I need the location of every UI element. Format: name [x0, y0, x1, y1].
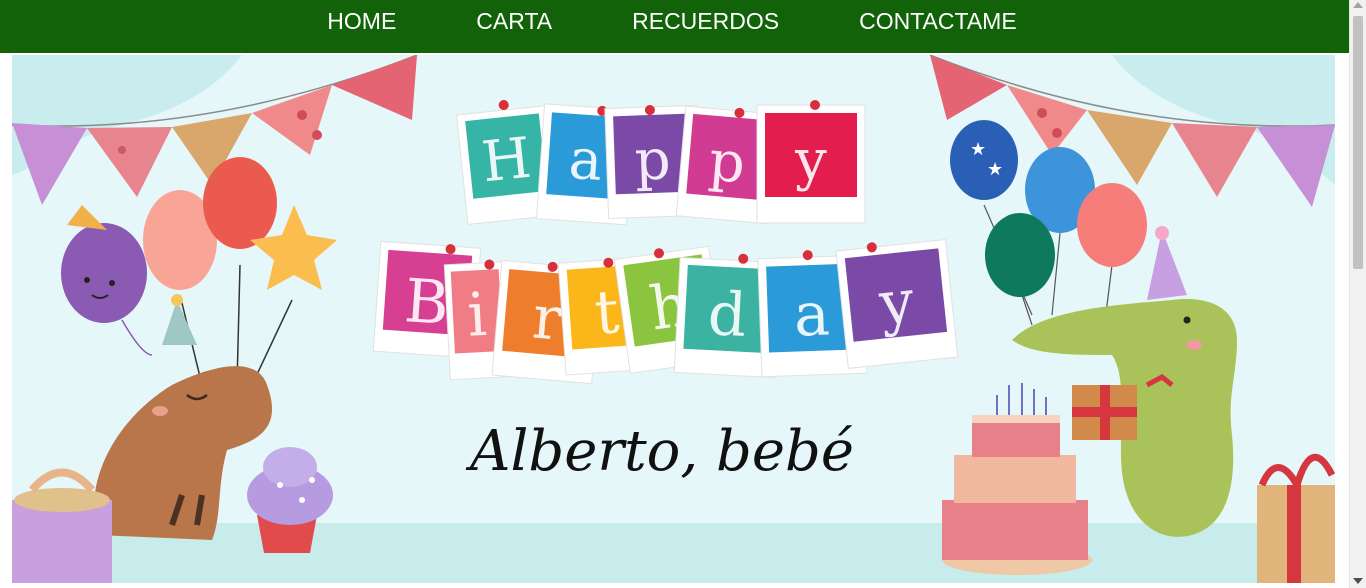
scrollbar-thumb[interactable]: [1353, 16, 1363, 269]
happy-letter: a: [567, 127, 605, 194]
birthday-letter: B: [402, 266, 451, 339]
top-navbar: HOME CARTA RECUERDOS CONTACTAME: [0, 0, 1366, 53]
happy-letter: y: [794, 128, 827, 193]
page-scrollbar[interactable]: [1349, 0, 1366, 588]
balloon-purple-face: [61, 223, 147, 323]
birthday-letter: y: [875, 266, 917, 339]
balloon-red: [203, 157, 277, 249]
birthday-letter: t: [592, 277, 621, 349]
birthday-banner: H a p p y B i r t h d a y Alberto, bebé …: [12, 55, 1335, 583]
birthday-letter-cards: B i r t h d a y: [372, 239, 959, 385]
svg-text:★: ★: [987, 159, 1003, 180]
nav-links: HOME CARTA RECUERDOS CONTACTAME: [287, 7, 1056, 35]
balloon-green: [985, 213, 1055, 297]
nav-recuerdos-link[interactable]: RECUERDOS: [592, 7, 819, 35]
happy-letter-cards: H a p p y: [455, 100, 866, 226]
nav-home-link[interactable]: HOME: [287, 7, 436, 35]
happy-letter: p: [706, 129, 747, 197]
birthday-name-text: Alberto, bebé: [465, 419, 854, 484]
scroll-up-arrow-icon[interactable]: [1353, 2, 1363, 8]
birthday-letter: a: [793, 279, 831, 350]
svg-text:★: ★: [970, 139, 986, 160]
balloon-coral: [1077, 183, 1147, 267]
birthday-letter: d: [706, 279, 748, 351]
happy-letter: H: [479, 126, 534, 196]
balloon-blue-stars: [950, 120, 1018, 200]
birthday-illustration: H a p p y B i r t h d a y Alberto, bebé …: [12, 55, 1335, 583]
happy-letter: p: [634, 127, 672, 193]
nav-carta-link[interactable]: CARTA: [436, 7, 592, 35]
nav-contactame-link[interactable]: CONTACTAME: [819, 7, 1057, 35]
scroll-down-arrow-icon[interactable]: [1353, 578, 1363, 584]
birthday-letter: i: [466, 280, 489, 351]
